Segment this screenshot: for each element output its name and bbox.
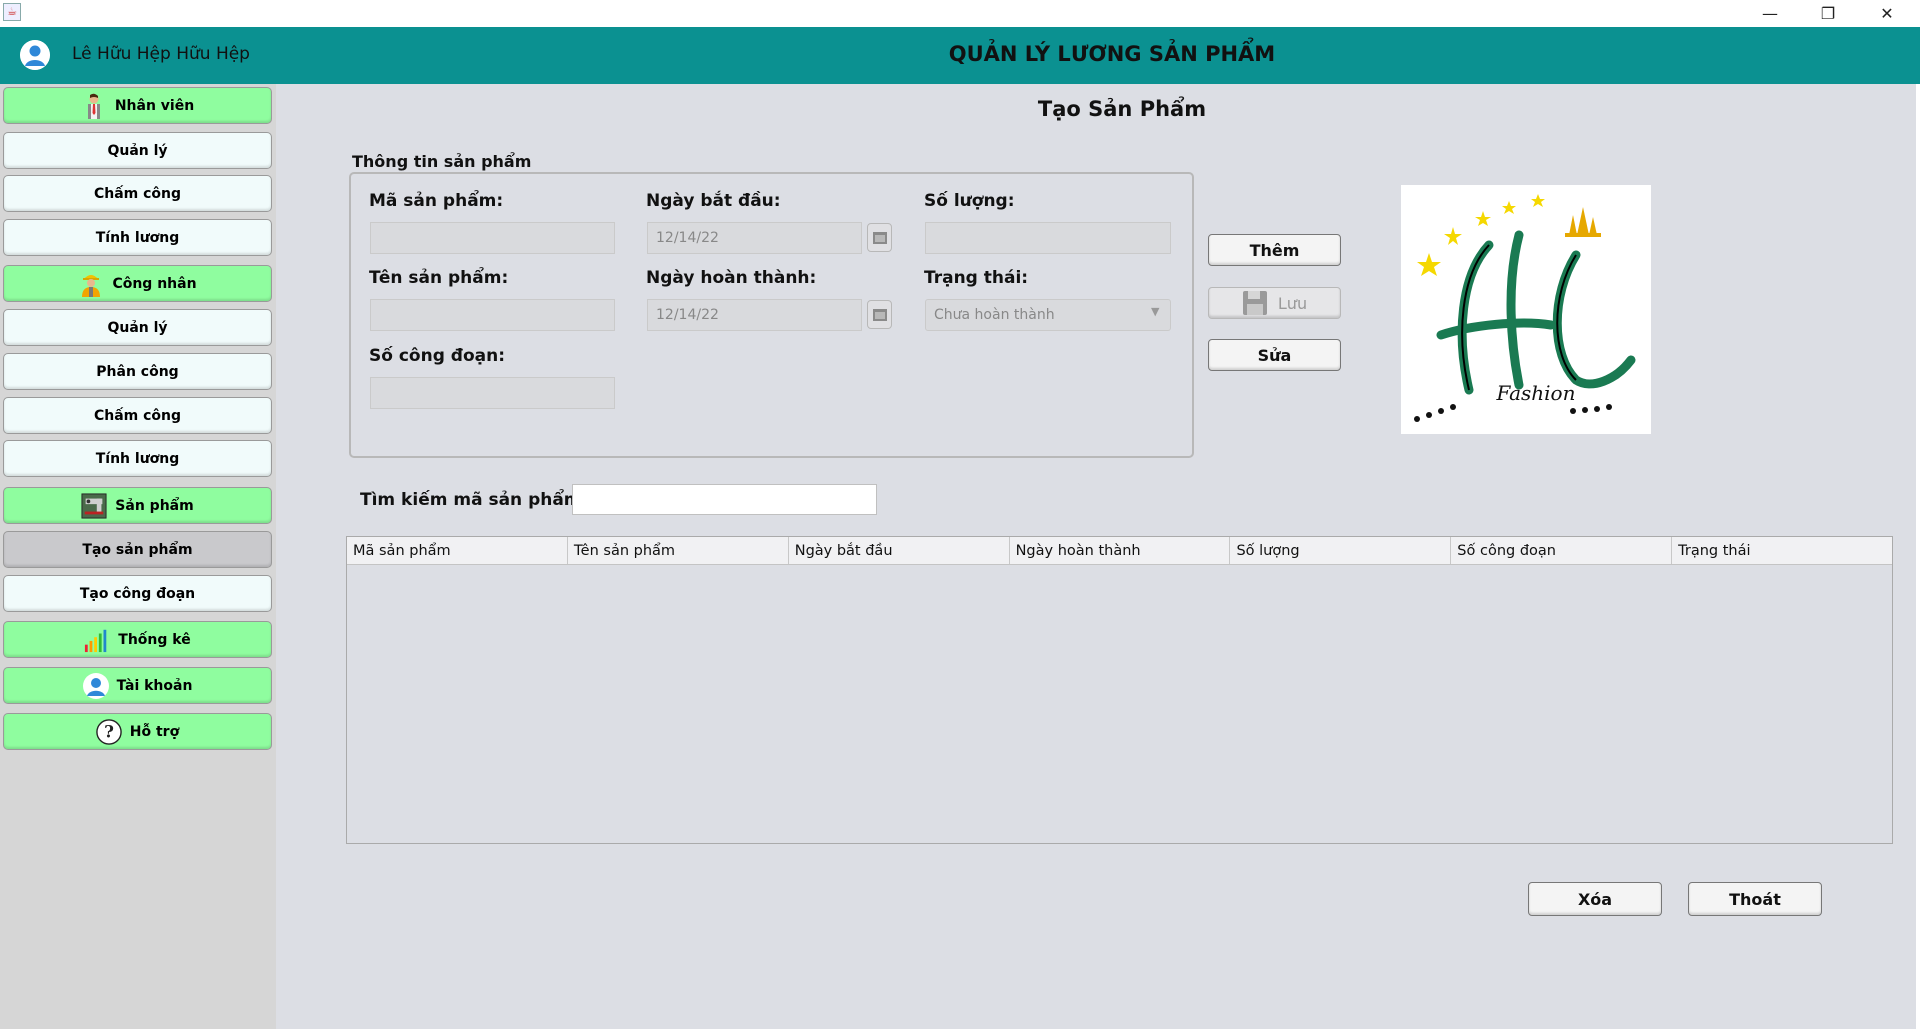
column-header[interactable]: Ngày bắt đầu (789, 537, 1010, 564)
search-input[interactable] (572, 484, 877, 515)
them-button[interactable]: Thêm (1208, 234, 1341, 266)
sidebar-item-tao-cong-doan[interactable]: Tạo công đoạn (3, 575, 272, 612)
sidebar-category-ho-tro[interactable]: ? Hỗ trợ (3, 713, 272, 750)
sidebar-label: Phân công (96, 363, 179, 380)
sidebar-label: Tính lương (95, 450, 180, 467)
calendar-icon[interactable] (867, 300, 892, 329)
app-title: QUẢN LÝ LƯƠNG SẢN PHẨM (948, 42, 1276, 66)
button-label: Sửa (1257, 345, 1292, 365)
luu-button[interactable]: Lưu (1208, 287, 1341, 319)
account-icon (82, 672, 109, 699)
sidebar-item-cn-phan-cong[interactable]: Phân công (3, 353, 272, 390)
thoat-button[interactable]: Thoát (1688, 882, 1822, 916)
sidebar-category-cong-nhan[interactable]: Công nhân (3, 265, 272, 302)
column-header[interactable]: Mã sản phẩm (347, 537, 568, 564)
close-button[interactable]: ✕ (1864, 0, 1910, 27)
sidebar-label: Quản lý (107, 319, 168, 336)
page-heading: Tạo Sản Phẩm (1037, 97, 1207, 121)
sewing-machine-icon (81, 492, 107, 519)
sidebar-item-nv-quan-ly[interactable]: Quản lý (3, 132, 272, 169)
trang-thai-value: Chưa hoàn thành (934, 307, 1055, 323)
employee-icon (81, 93, 107, 119)
sidebar-item-cn-tinh-luong[interactable]: Tính lương (3, 440, 272, 477)
bar-chart-icon (84, 627, 110, 653)
ngay-bat-dau-field[interactable]: 12/14/22 (647, 222, 862, 254)
brand-logo: Fashion (1401, 185, 1651, 434)
trang-thai-select[interactable]: Chưa hoàn thành (925, 299, 1171, 331)
sidebar-item-nv-tinh-luong[interactable]: Tính lương (3, 219, 272, 256)
sidebar-label: Chấm công (93, 185, 182, 202)
table-header: Mã sản phẩm Tên sản phẩm Ngày bắt đầu Ng… (347, 537, 1892, 565)
ten-san-pham-label: Tên sản phẩm: (369, 268, 509, 288)
column-header[interactable]: Số công đoạn (1451, 537, 1673, 564)
button-label: Thêm (1249, 240, 1300, 260)
button-label: Lưu (1277, 293, 1308, 313)
sidebar-label: Tạo sản phẩm (82, 541, 193, 558)
column-header[interactable]: Số lượng (1230, 537, 1452, 564)
sidebar-label: Quản lý (107, 142, 168, 159)
sidebar-label: Công nhân (112, 275, 197, 292)
column-header[interactable]: Tên sản phẩm (568, 537, 789, 564)
trang-thai-label: Trạng thái: (924, 268, 1029, 288)
button-label: Thoát (1729, 889, 1781, 909)
search-label: Tìm kiếm mã sản phẩm: (360, 490, 589, 510)
window-titlebar (0, 0, 1920, 27)
logo-text: Fashion (1496, 381, 1576, 405)
ma-san-pham-label: Mã sản phẩm: (369, 191, 504, 211)
sidebar-category-thong-ke[interactable]: Thống kê (3, 621, 272, 658)
minimize-button[interactable]: — (1747, 0, 1793, 27)
column-header[interactable]: Trạng thái (1672, 537, 1892, 564)
ngay-bat-dau-label: Ngày bắt đầu: (646, 191, 781, 211)
sidebar-label: Tạo công đoạn (79, 585, 196, 602)
sidebar-category-nhan-vien[interactable]: Nhân viên (3, 87, 272, 124)
ngay-hoan-thanh-label: Ngày hoàn thành: (646, 268, 817, 288)
svg-text:?: ? (104, 721, 114, 741)
so-cong-doan-field[interactable] (370, 377, 615, 409)
calendar-icon[interactable] (867, 223, 892, 252)
sidebar-item-cn-cham-cong[interactable]: Chấm công (3, 397, 272, 434)
chevron-down-icon: ▼ (1151, 305, 1160, 318)
so-luong-field[interactable] (925, 222, 1171, 254)
sidebar-item-cn-quan-ly[interactable]: Quản lý (3, 309, 272, 346)
ten-san-pham-field[interactable] (370, 299, 615, 331)
sidebar-label: Thống kê (118, 631, 191, 648)
restore-button[interactable]: ❐ (1805, 0, 1851, 27)
sidebar-label: Hỗ trợ (129, 723, 180, 740)
sidebar-label: Sản phẩm (115, 497, 194, 514)
xoa-button[interactable]: Xóa (1528, 882, 1662, 916)
so-cong-doan-label: Số công đoạn: (369, 346, 506, 366)
info-panel-legend: Thông tin sản phẩm (352, 152, 532, 171)
sua-button[interactable]: Sửa (1208, 339, 1341, 371)
sidebar-label: Chấm công (93, 407, 182, 424)
sidebar-category-tai-khoan[interactable]: Tài khoản (3, 667, 272, 704)
window-edge (1916, 84, 1920, 1029)
sidebar-item-tao-san-pham[interactable]: Tạo sản phẩm (3, 531, 272, 568)
column-header[interactable]: Ngày hoàn thành (1010, 537, 1231, 564)
ngay-hoan-thanh-field[interactable]: 12/14/22 (647, 299, 862, 331)
sidebar-label: Nhân viên (114, 97, 195, 114)
sidebar-label: Tính lương (95, 229, 180, 246)
sidebar-label: Tài khoản (116, 677, 193, 694)
sidebar-item-nv-cham-cong[interactable]: Chấm công (3, 175, 272, 212)
sidebar-category-san-pham[interactable]: Sản phẩm (3, 487, 272, 524)
help-icon: ? (96, 718, 122, 745)
so-luong-label: Số lượng: (924, 191, 1015, 211)
product-table[interactable]: Mã sản phẩm Tên sản phẩm Ngày bắt đầu Ng… (346, 536, 1893, 844)
floppy-disk-icon (1242, 290, 1268, 316)
button-label: Xóa (1577, 889, 1613, 909)
worker-icon (78, 271, 104, 297)
java-app-icon: ☕ (3, 3, 21, 21)
ma-san-pham-field[interactable] (370, 222, 615, 254)
